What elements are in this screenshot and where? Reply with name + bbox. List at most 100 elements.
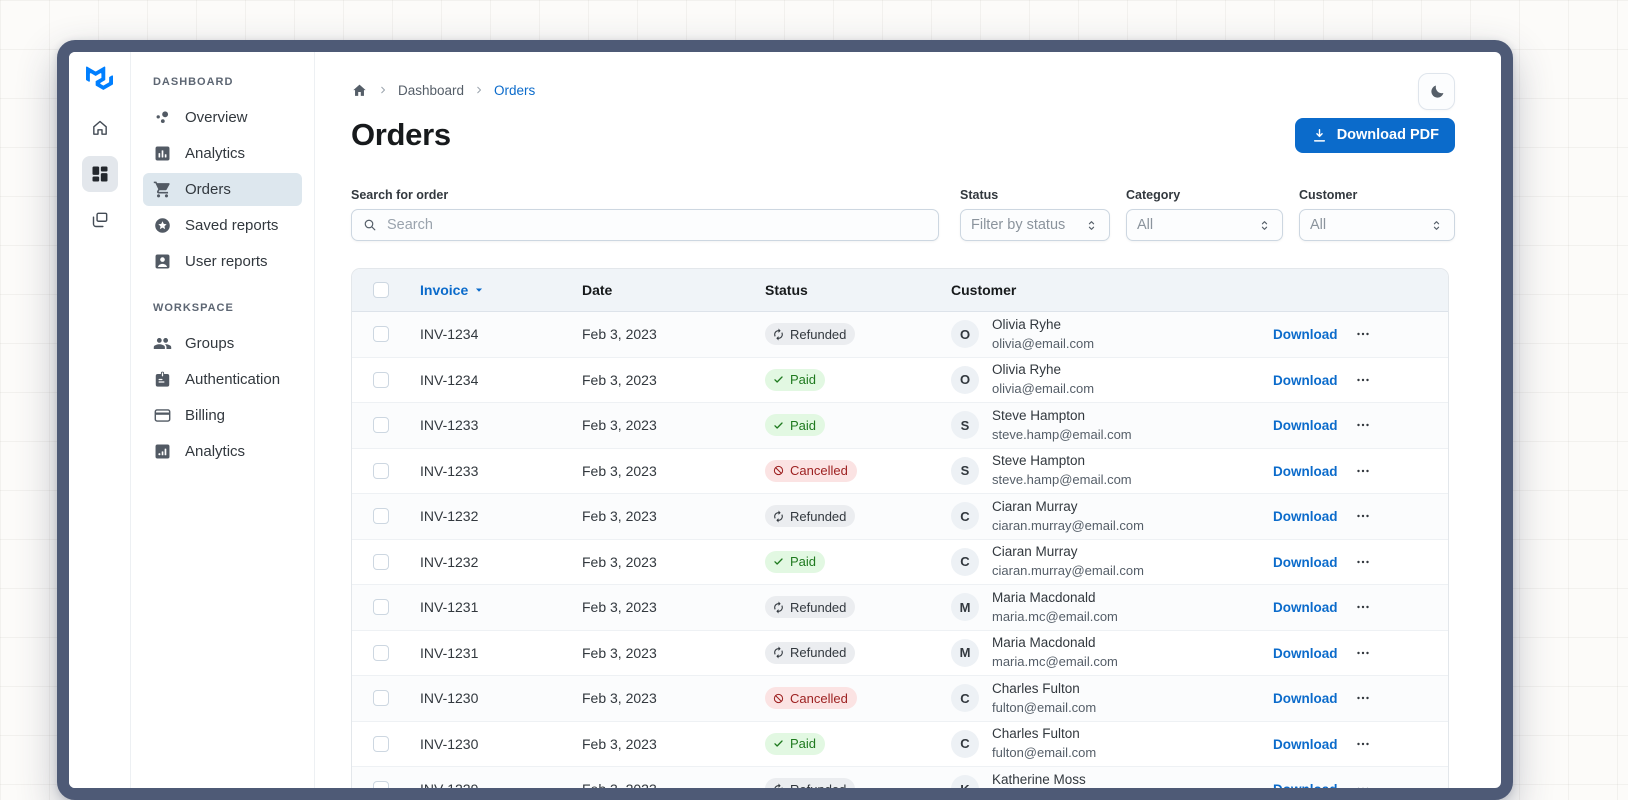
- table-row: INV-1232 Feb 3, 2023 Paid C Ciaran Murray cia…: [352, 538, 1448, 584]
- sidebar-item-orders[interactable]: Orders: [143, 173, 302, 206]
- more-menu-button[interactable]: [1351, 735, 1375, 753]
- download-link[interactable]: Download: [1273, 555, 1338, 570]
- select-value: All: [1310, 217, 1327, 233]
- sidebar-item-groups[interactable]: Groups: [143, 327, 302, 360]
- download-link[interactable]: Download: [1273, 418, 1338, 433]
- more-menu-button[interactable]: [1351, 416, 1375, 434]
- row-checkbox[interactable]: [373, 599, 389, 616]
- filter-select-category[interactable]: All: [1126, 209, 1283, 241]
- download-link[interactable]: Download: [1273, 782, 1338, 788]
- sidebar-item-analytics[interactable]: Analytics: [143, 435, 302, 468]
- more-menu-button[interactable]: [1351, 371, 1375, 389]
- rail-button-dashboard[interactable]: [81, 156, 118, 192]
- mui-logo-icon[interactable]: [86, 65, 114, 90]
- row-checkbox[interactable]: [373, 371, 389, 388]
- table-body: INV-1234 Feb 3, 2023 Refunded O Olivia Ryhe o…: [352, 312, 1448, 788]
- download-link[interactable]: Download: [1273, 327, 1338, 342]
- status-chip: Refunded: [765, 778, 856, 788]
- download-pdf-button[interactable]: Download PDF: [1294, 117, 1455, 153]
- app-root: DASHBOARD Overview Analytics Orders Saved re…: [69, 52, 1501, 788]
- customer-cell: M Maria Macdonald maria.mc@email.com: [935, 589, 1255, 626]
- more-menu-button[interactable]: [1351, 553, 1375, 571]
- star-circle-icon: [153, 216, 172, 235]
- avatar: O: [951, 365, 979, 394]
- row-checkbox[interactable]: [373, 735, 389, 752]
- status-label: Refunded: [790, 508, 847, 524]
- window-scrollbar-thumb[interactable]: [1506, 56, 1509, 80]
- download-link[interactable]: Download: [1273, 373, 1338, 388]
- more-menu-button[interactable]: [1351, 780, 1375, 788]
- row-checkbox[interactable]: [373, 690, 389, 707]
- download-link[interactable]: Download: [1273, 646, 1338, 661]
- customer-email: maria.mc@email.com: [992, 608, 1118, 624]
- status-label: Cancelled: [790, 690, 848, 706]
- select-all-checkbox[interactable]: [373, 282, 389, 298]
- filter-select-customer[interactable]: All: [1299, 209, 1455, 241]
- sidebar: DASHBOARD Overview Analytics Orders Saved re…: [131, 52, 315, 788]
- customer-cell: S Steve Hampton steve.hamp@email.com: [935, 407, 1255, 444]
- theme-toggle-button[interactable]: [1418, 73, 1455, 110]
- sidebar-item-analytics[interactable]: Analytics: [143, 137, 302, 170]
- home-icon[interactable]: [351, 82, 368, 99]
- row-checkbox[interactable]: [373, 781, 389, 788]
- download-link[interactable]: Download: [1273, 509, 1338, 524]
- filter-select-status[interactable]: Filter by status: [960, 209, 1110, 241]
- row-checkbox[interactable]: [373, 326, 389, 343]
- more-menu-button[interactable]: [1351, 507, 1375, 525]
- check-icon: [772, 373, 785, 386]
- rail-button-windows[interactable]: [82, 202, 118, 238]
- more-menu-button[interactable]: [1351, 689, 1375, 707]
- invoice-cell: INV-1231: [420, 599, 479, 616]
- download-link[interactable]: Download: [1273, 691, 1338, 706]
- breadcrumb-item-dashboard[interactable]: Dashboard: [398, 83, 464, 98]
- avatar: C: [951, 502, 979, 531]
- more-menu-button[interactable]: [1351, 644, 1375, 662]
- download-link[interactable]: Download: [1273, 737, 1338, 752]
- customer-name: Maria Macdonald: [992, 635, 1096, 651]
- invoice-cell: INV-1234: [420, 371, 479, 388]
- date-cell: Feb 3, 2023: [582, 508, 657, 525]
- more-menu-button[interactable]: [1351, 325, 1375, 343]
- customer-name: Katherine Moss: [992, 771, 1086, 787]
- autorenew-icon: [772, 601, 785, 614]
- status-label: Cancelled: [790, 463, 848, 479]
- table-row: INV-1229 Feb 3, 2023 Refunded K Katherine Mo…: [352, 766, 1448, 788]
- customer-name: Steve Hampton: [992, 453, 1086, 469]
- table-row: INV-1231 Feb 3, 2023 Refunded M Maria Macdon…: [352, 584, 1448, 630]
- main-content: Dashboard Orders Orders Download PDF Sea…: [315, 52, 1501, 788]
- row-checkbox[interactable]: [373, 508, 389, 525]
- sidebar-item-overview[interactable]: Overview: [143, 101, 302, 134]
- sidebar-item-billing[interactable]: Billing: [143, 399, 302, 432]
- sidebar-item-saved-reports[interactable]: Saved reports: [143, 209, 302, 242]
- sidebar-item-user-reports[interactable]: User reports: [143, 245, 302, 278]
- customer-email: steve.hamp@email.com: [992, 472, 1132, 488]
- avatar: O: [951, 320, 979, 349]
- status-chip: Refunded: [765, 596, 856, 619]
- row-checkbox[interactable]: [373, 644, 389, 661]
- row-checkbox[interactable]: [373, 417, 389, 434]
- search-input[interactable]: [385, 216, 928, 234]
- sidebar-item-authentication[interactable]: Authentication: [143, 363, 302, 396]
- customer-name: Charles Fulton: [992, 726, 1080, 742]
- row-checkbox[interactable]: [373, 462, 389, 479]
- download-link[interactable]: Download: [1273, 600, 1338, 615]
- invoice-cell: INV-1230: [420, 735, 479, 752]
- autorenew-icon: [772, 510, 785, 523]
- search-group: Search for order: [351, 188, 939, 241]
- customer-name: Ciaran Murray: [992, 498, 1078, 514]
- rail-button-home[interactable]: [82, 110, 118, 146]
- customer-email: olivia@email.com: [992, 381, 1095, 397]
- status-chip: Paid: [765, 732, 826, 755]
- invoice-cell: INV-1234: [420, 326, 479, 343]
- select-value: Filter by status: [971, 217, 1066, 233]
- breadcrumb-item-orders: Orders: [494, 82, 536, 98]
- date-cell: Feb 3, 2023: [582, 326, 657, 343]
- row-checkbox[interactable]: [373, 553, 389, 570]
- credit-card-icon: [153, 406, 172, 425]
- select-value: All: [1137, 217, 1154, 233]
- more-menu-button[interactable]: [1351, 462, 1375, 480]
- column-header-invoice[interactable]: Invoice: [410, 282, 570, 298]
- download-link[interactable]: Download: [1273, 464, 1338, 479]
- more-menu-button[interactable]: [1351, 598, 1375, 616]
- unfold-more-icon: [1084, 218, 1099, 233]
